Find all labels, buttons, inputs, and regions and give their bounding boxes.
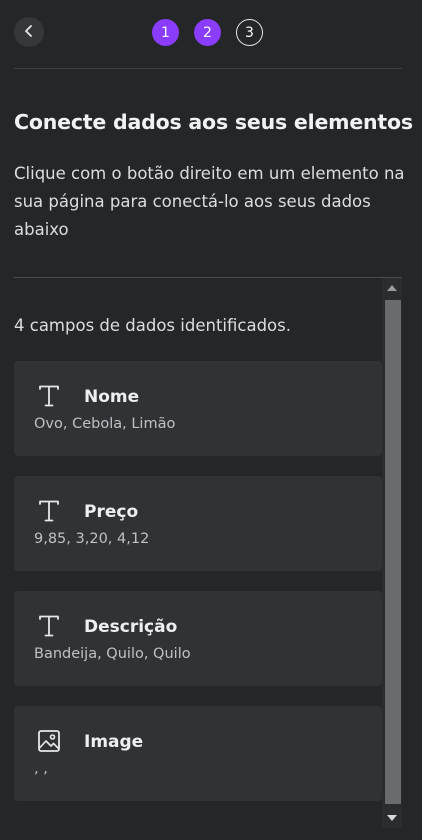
page-title: Conecte dados aos seus elementos [14, 110, 413, 134]
scroll-up-arrow[interactable] [382, 278, 402, 298]
scroll-thumb[interactable] [385, 300, 401, 804]
field-values: Bandeija, Quilo, Quilo [34, 646, 191, 662]
page-description: Clique com o botão direito em um element… [14, 164, 405, 239]
text-icon [36, 613, 62, 639]
vertical-scrollbar[interactable] [382, 278, 402, 828]
field-card-descricao[interactable]: Descrição Bandeija, Quilo, Quilo [14, 591, 382, 686]
back-button[interactable] [14, 17, 44, 47]
text-icon [36, 383, 62, 409]
field-name: Preço [84, 502, 139, 522]
stepper: 1 2 3 [152, 19, 263, 46]
top-bar: 1 2 3 [0, 0, 422, 68]
field-name: Image [84, 732, 144, 752]
field-card-image[interactable]: Image , , [14, 706, 382, 801]
field-card-preco[interactable]: Preço 9,85, 3,20, 4,12 [14, 476, 382, 571]
image-icon [36, 728, 62, 754]
fields-list: 4 campos de dados identificados. Nome Ov… [0, 278, 422, 828]
field-card-nome[interactable]: Nome Ovo, Cebola, Limão [14, 361, 382, 456]
field-values: 9,85, 3,20, 4,12 [34, 531, 150, 547]
step-1[interactable]: 1 [152, 19, 179, 46]
field-values: Ovo, Cebola, Limão [34, 416, 176, 432]
step-3[interactable]: 3 [236, 19, 263, 46]
step-2[interactable]: 2 [194, 19, 221, 46]
text-icon [36, 498, 62, 524]
field-name: Descrição [84, 617, 178, 637]
chevron-left-icon [22, 23, 36, 42]
scroll-down-arrow[interactable] [382, 808, 402, 828]
field-values: , , [34, 761, 48, 777]
fields-count: 4 campos de dados identificados. [14, 316, 291, 335]
divider [14, 68, 402, 69]
field-name: Nome [84, 387, 140, 407]
